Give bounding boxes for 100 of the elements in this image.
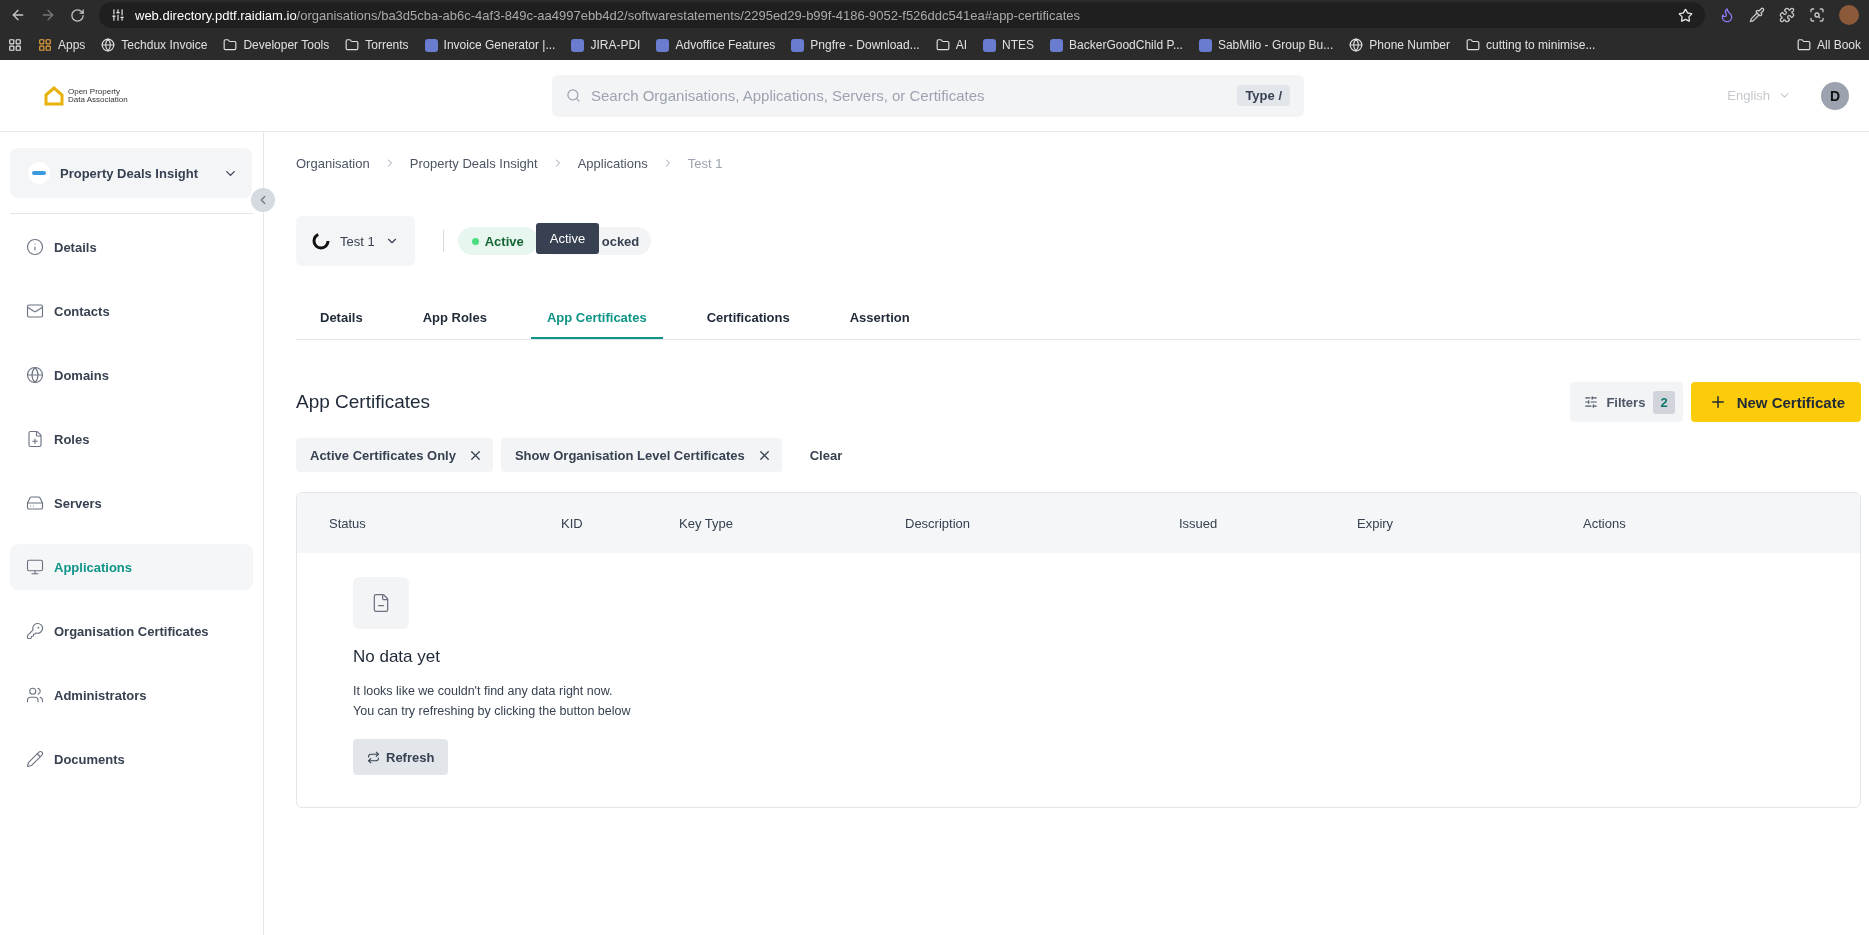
sidebar-item[interactable]: Organisation Certificates [10, 608, 253, 654]
org-logo-icon [28, 162, 50, 184]
sidebar-item[interactable]: Servers [10, 480, 253, 526]
url-text: web.directory.pdtf.raidiam.io/organisations/ba3d5cba-ab6c-4af3-849c-aa4997ebb4d2/softwarestatements/2295ed29-b99f-4186-9052-f526ddc541ea#app-certificates [135, 7, 1082, 23]
section-title: App Certificates [296, 391, 432, 413]
folder-icon [223, 38, 238, 52]
status-dot [471, 237, 479, 245]
column-header: Issued [1179, 515, 1219, 531]
column-header: Actions [1583, 515, 1627, 531]
application-selector[interactable]: Test 1 [296, 216, 415, 266]
bookmark[interactable]: Pngfre - Download... [791, 38, 920, 52]
refresh-button[interactable]: Refresh [353, 739, 449, 775]
filters-button[interactable]: Filters 2 [1570, 382, 1683, 422]
bookmark[interactable]: Apps [38, 38, 86, 52]
extensions-icon[interactable] [1779, 7, 1795, 23]
clear-button[interactable]: Clear [789, 447, 863, 463]
bookmark[interactable]: NTES [983, 38, 1035, 52]
new-certificate-button[interactable]: New Certificate [1690, 382, 1861, 422]
apps-grid-icon[interactable] [8, 38, 22, 52]
logo-text: Data Association [68, 95, 128, 104]
monitor-icon [26, 558, 44, 576]
user-avatar[interactable]: D [1821, 81, 1849, 110]
forward-icon[interactable] [40, 7, 56, 23]
bookmark[interactable]: AI [935, 38, 968, 52]
search-icon [566, 88, 581, 103]
tab[interactable]: Details [304, 300, 379, 339]
file-plus-icon [26, 430, 44, 448]
bookmark[interactable]: Techdux Invoice [101, 38, 208, 52]
tab[interactable]: App Roles [406, 300, 503, 339]
shortcut-hint: Type / [1237, 85, 1290, 106]
site-icon [791, 38, 805, 52]
bookmark[interactable]: Phone Number [1349, 38, 1450, 52]
sidebar-item[interactable]: Documents [10, 736, 253, 782]
empty-title: No data yet [353, 647, 440, 667]
house-logo-icon [44, 85, 64, 106]
breadcrumb-link[interactable]: Property Deals Insight [409, 155, 538, 171]
site-icon [1050, 38, 1064, 52]
star-icon[interactable] [1678, 7, 1693, 23]
profile-avatar[interactable] [1839, 5, 1859, 25]
search-field[interactable]: Search Organisations, Applications, Servers, or Certificates [589, 86, 1230, 105]
column-header: Status [329, 515, 367, 531]
sidebar-item[interactable]: Contacts [10, 288, 253, 334]
key-icon [26, 622, 44, 640]
tab[interactable]: App Certificates [530, 300, 663, 339]
tooltip: Active [535, 223, 600, 254]
chip-label: Show Organisation Level Certificates [514, 447, 745, 463]
tab[interactable]: Assertion [833, 300, 926, 339]
site-icon [571, 38, 585, 52]
bookmark[interactable]: Developer Tools [223, 38, 330, 52]
search-bar[interactable]: Search Organisations, Applications, Servers, or Certificates Type / [552, 74, 1304, 117]
bookmark[interactable]: Advoffice Features [656, 38, 776, 52]
breadcrumb-link[interactable]: Organisation [296, 155, 370, 171]
folder-icon [345, 38, 360, 52]
bookmark[interactable]: Invoice Generator |... [424, 38, 556, 52]
bookmark[interactable]: SabMilo - Group Bu... [1198, 38, 1334, 52]
organisation-selector[interactable]: Property Deals Insight [10, 148, 252, 198]
collapse-sidebar-button[interactable] [251, 188, 275, 212]
chip-label: Active Certificates Only [310, 447, 456, 463]
site-icon [983, 38, 997, 52]
empty-message: It looks like we couldn't find any data right now. You can try refreshing by clicking the button below [353, 683, 631, 720]
logo-text: Open Property [68, 87, 121, 96]
sidebar-item[interactable]: Applications [10, 544, 253, 590]
mail-icon [26, 302, 44, 320]
info-icon [26, 238, 44, 256]
grid-icon [38, 38, 52, 52]
globe-icon [1349, 38, 1364, 52]
empty-file-icon [353, 577, 409, 629]
pencil-icon [26, 750, 44, 768]
dropper-icon[interactable] [1749, 7, 1765, 23]
column-header: KID [561, 515, 584, 531]
address-bar[interactable]: web.directory.pdtf.raidiam.io/organisations/ba3d5cba-ab6c-4af3-849c-aa4997ebb4d2/softwarestatements/2295ed29-b99f-4186-9052-f526ddc541ea#app-certificates [99, 2, 1705, 28]
flame-icon[interactable] [1719, 7, 1735, 23]
status-label: Active [484, 233, 524, 249]
folder-icon [1796, 38, 1811, 52]
status-label: ocked [601, 233, 640, 249]
sidebar-item[interactable]: Administrators [10, 672, 253, 718]
folder-icon [1466, 38, 1480, 52]
globe-icon [26, 366, 44, 384]
bookmark[interactable]: BackerGoodChild P... [1050, 38, 1183, 52]
sidebar-item[interactable]: Domains [10, 352, 253, 398]
sliders-icon [1584, 395, 1599, 409]
back-icon[interactable] [10, 7, 26, 23]
sidebar-item[interactable]: Roles [10, 416, 253, 462]
filter-count: 2 [1653, 390, 1675, 414]
bookmark[interactable]: cutting to minimise... [1466, 38, 1596, 52]
tab[interactable]: Certifications [690, 300, 806, 339]
globe-icon [101, 38, 116, 52]
sidebar-item[interactable]: Details [10, 224, 253, 270]
column-header: Key Type [679, 515, 734, 531]
bookmark[interactable]: JIRA-PDI [571, 38, 641, 52]
site-settings-icon[interactable] [111, 8, 125, 22]
users-icon [26, 686, 44, 704]
reload-icon[interactable] [70, 7, 85, 23]
site-icon [656, 38, 670, 52]
site-icon [424, 38, 438, 52]
bookmark[interactable]: Torrents [345, 38, 409, 52]
breadcrumb-link[interactable]: Applications [577, 155, 648, 171]
all-bookmarks[interactable]: All Book [1796, 38, 1861, 52]
drive-icon [26, 494, 44, 512]
lens-icon[interactable] [1809, 7, 1825, 23]
